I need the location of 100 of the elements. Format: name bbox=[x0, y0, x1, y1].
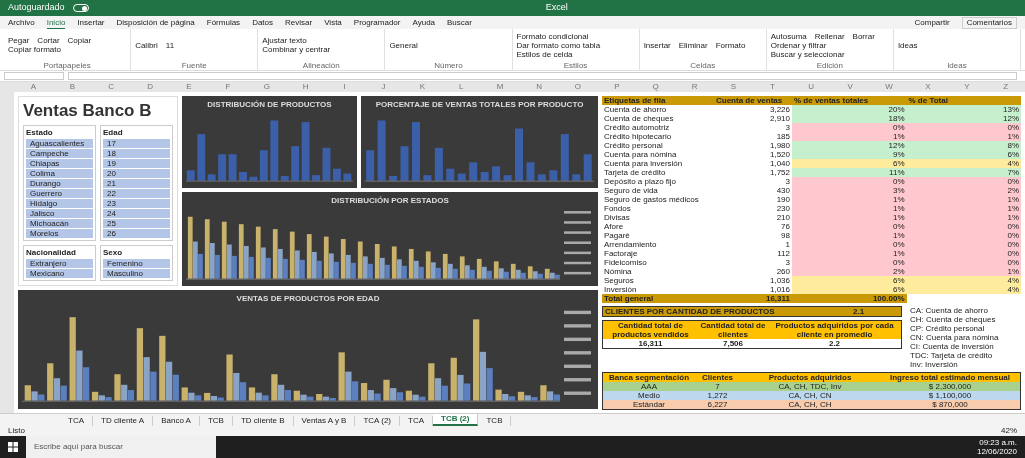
ribbon-command[interactable]: Ideas bbox=[897, 40, 918, 50]
ribbon-command[interactable]: Copiar formato bbox=[8, 45, 61, 54]
table-cell: 1% bbox=[792, 231, 907, 240]
slicer-item[interactable]: Masculino bbox=[103, 269, 170, 278]
ribbon-command[interactable]: Calibri bbox=[135, 40, 158, 50]
ribbon-command[interactable]: General bbox=[389, 40, 418, 50]
segment-header: Productos adquiridos bbox=[740, 373, 880, 382]
sheet-tab[interactable]: TCA (2) bbox=[355, 416, 400, 426]
ribbon-tab[interactable]: Ayuda bbox=[412, 17, 436, 28]
table-cell: 0% bbox=[792, 123, 907, 132]
taskbar-search-field[interactable]: Escribe aquí para buscar bbox=[26, 436, 216, 458]
slicer-item[interactable]: Jalisco bbox=[26, 209, 93, 218]
table-cell: 12% bbox=[792, 141, 907, 150]
ribbon-tab[interactable]: Archivo bbox=[8, 17, 35, 28]
table-cell: $ 2,300,000 bbox=[880, 382, 1020, 391]
ribbon-tab[interactable]: Insertar bbox=[77, 17, 105, 28]
slicer-item[interactable]: Michoacán bbox=[26, 219, 93, 228]
ribbon-tab[interactable]: Datos bbox=[252, 17, 274, 28]
sheet-tab[interactable]: TCB bbox=[199, 416, 233, 426]
table-cell: 6% bbox=[792, 276, 907, 285]
note-text: CI: Cuenta de inversión bbox=[910, 342, 995, 351]
ribbon-tab[interactable]: Vista bbox=[324, 17, 342, 28]
ribbon-command[interactable]: Pegar bbox=[8, 36, 30, 45]
note-text: TDC: Tarjeta de crédito bbox=[910, 351, 994, 360]
table-cell: 8% bbox=[906, 141, 1021, 150]
slicer-item[interactable]: 19 bbox=[103, 159, 170, 168]
ribbon-tab[interactable]: Disposición de página bbox=[116, 17, 195, 28]
table-cell: 1% bbox=[906, 132, 1021, 141]
slicer-item[interactable]: 20 bbox=[103, 169, 170, 178]
ribbon-command[interactable]: Autosuma bbox=[770, 31, 807, 41]
table-cell: 1% bbox=[792, 213, 907, 222]
sheet-tab[interactable]: TD cliente B bbox=[232, 416, 294, 426]
table-cell: 1% bbox=[792, 204, 907, 213]
summary-value: 2.1 bbox=[852, 307, 866, 316]
slicer-item[interactable]: Campeche bbox=[26, 149, 93, 158]
sheet-tab[interactable]: Banco A bbox=[153, 416, 200, 426]
ribbon-command[interactable]: Estilos de celda bbox=[516, 49, 573, 59]
slicer-title: Estado bbox=[26, 128, 54, 138]
ribbon-tab[interactable]: Fórmulas bbox=[206, 17, 241, 28]
slicer-item[interactable]: 24 bbox=[103, 209, 170, 218]
ribbon-command[interactable]: Eliminar bbox=[678, 40, 708, 50]
comments-button[interactable]: Comentarios bbox=[961, 16, 1017, 29]
column-header: G bbox=[262, 82, 271, 92]
group-label: Ideas bbox=[946, 61, 968, 70]
slicer-item[interactable]: 21 bbox=[103, 179, 170, 188]
slicer-item[interactable]: 17 bbox=[103, 139, 170, 148]
slicer-item[interactable]: Femenino bbox=[103, 259, 170, 268]
ribbon-command[interactable]: Rellenar bbox=[814, 31, 845, 41]
table-cell: 1% bbox=[792, 249, 907, 258]
table-cell: $ 870,000 bbox=[880, 400, 1020, 409]
group-label: Número bbox=[433, 61, 464, 70]
ribbon-command[interactable]: Buscar y seleccionar bbox=[770, 49, 845, 59]
slicer-item[interactable]: Durango bbox=[26, 179, 93, 188]
table-cell: 0% bbox=[906, 231, 1021, 240]
ribbon-command[interactable]: Combinar y centrar bbox=[262, 45, 331, 54]
table-cell: 0% bbox=[792, 177, 907, 186]
slicer-item[interactable]: Mexicano bbox=[26, 269, 93, 278]
ribbon-tab[interactable]: Revisar bbox=[285, 17, 313, 28]
group-label: Portapapeles bbox=[42, 61, 92, 70]
share-button[interactable]: Compartir bbox=[914, 17, 950, 28]
ribbon-tab[interactable]: Inicio bbox=[46, 16, 66, 29]
column-header: M bbox=[495, 82, 505, 92]
slicer-item[interactable]: 18 bbox=[103, 149, 170, 158]
slicer-item[interactable]: Guerrero bbox=[26, 189, 93, 198]
sheet-tab[interactable]: Ventas A y B bbox=[293, 416, 356, 426]
ribbon-command[interactable]: Ordenar y filtrar bbox=[770, 40, 827, 50]
column-header: B bbox=[68, 82, 76, 92]
ribbon-tab[interactable]: Programador bbox=[353, 17, 401, 28]
slicer-item[interactable]: Morelos bbox=[26, 229, 93, 238]
slicer-item[interactable]: Colima bbox=[26, 169, 93, 178]
sheet-tab[interactable]: TCA bbox=[60, 416, 93, 426]
slicer-item[interactable]: Aguascalientes bbox=[26, 139, 93, 148]
sheet-tab[interactable]: TCB (2) bbox=[433, 414, 479, 426]
slicer-item[interactable]: Chiapas bbox=[26, 159, 93, 168]
group-label: Edición bbox=[815, 61, 844, 70]
ribbon-command[interactable]: Insertar bbox=[643, 40, 671, 50]
slicer-item[interactable]: Extranjero bbox=[26, 259, 93, 268]
ribbon-command[interactable]: Formato bbox=[715, 40, 746, 50]
table-cell: 2% bbox=[906, 186, 1021, 195]
table-cell: 4% bbox=[906, 159, 1021, 168]
slicer-item[interactable]: Hidalgo bbox=[26, 199, 93, 208]
segment-header: Banca segmentación bbox=[603, 373, 695, 382]
ribbon-command[interactable]: Copiar bbox=[67, 36, 92, 45]
slicer-item[interactable]: 26 bbox=[103, 229, 170, 238]
sheet-tab[interactable]: TD cliente A bbox=[93, 416, 154, 426]
slicer-item[interactable]: 25 bbox=[103, 219, 170, 228]
ribbon-command[interactable]: Cortar bbox=[37, 36, 60, 45]
note-text: Inv: Inversión bbox=[910, 360, 959, 369]
ribbon-command[interactable]: Formato condicional bbox=[516, 31, 589, 41]
table-cell: 0% bbox=[792, 258, 907, 267]
column-header: X bbox=[924, 82, 932, 92]
slicer-item[interactable]: 23 bbox=[103, 199, 170, 208]
ribbon-tab[interactable]: Buscar bbox=[447, 17, 472, 28]
ribbon-command[interactable]: 11 bbox=[165, 40, 175, 50]
sheet-tab[interactable]: TCB bbox=[478, 416, 512, 426]
ribbon-command[interactable]: Borrar bbox=[852, 31, 875, 41]
ribbon-command[interactable]: Ajustar texto bbox=[262, 36, 307, 45]
ribbon-command[interactable]: Dar formato como tabla bbox=[516, 40, 601, 50]
slicer-item[interactable]: 22 bbox=[103, 189, 170, 198]
group-label: Alineación bbox=[301, 61, 341, 70]
